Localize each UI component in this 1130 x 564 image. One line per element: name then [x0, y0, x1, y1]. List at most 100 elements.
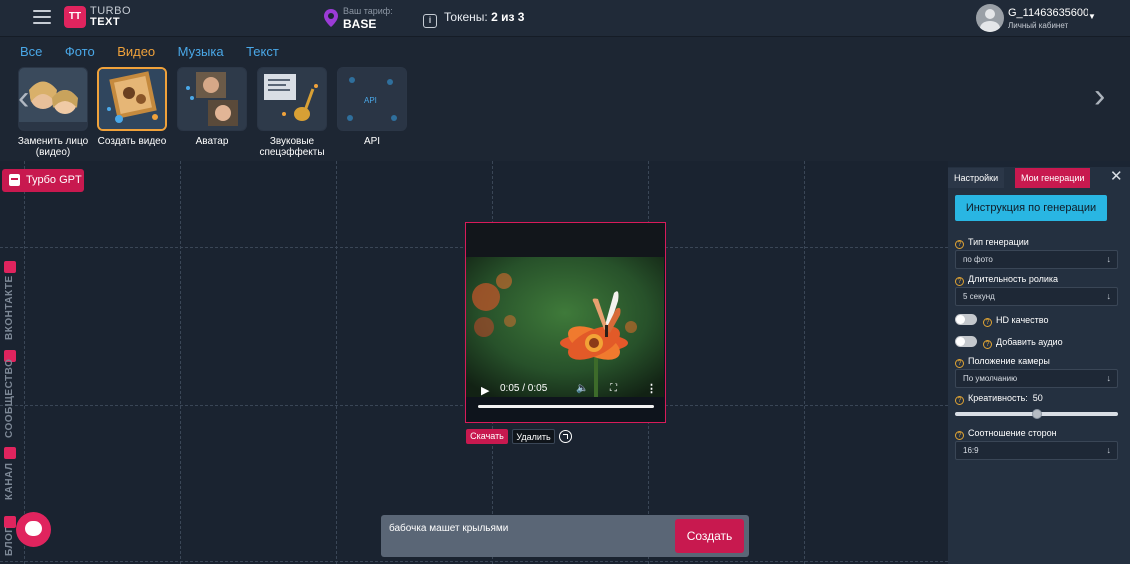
video-controls: ▶ 0:05 / 0:05 🔈 ⛶ ⋮: [466, 375, 664, 421]
video-player[interactable]: ▶ 0:05 / 0:05 🔈 ⛶ ⋮: [465, 222, 666, 423]
help-icon[interactable]: ?: [955, 240, 964, 249]
arrow-down-icon: ↓: [1106, 445, 1112, 455]
create-button[interactable]: Создать: [675, 519, 744, 553]
camera-value: По умолчанию: [963, 374, 1018, 383]
app-root: TT TURBO TEXT Ваш тариф: BASE i Токены: 2…: [0, 0, 1130, 564]
link-community[interactable]: СООБЩЕСТВО: [4, 359, 15, 438]
aspect-select[interactable]: 16:9 ↓: [955, 441, 1118, 460]
tab-settings[interactable]: Настройки: [948, 168, 1005, 188]
video-progress-bar[interactable]: [478, 405, 654, 408]
video-letterbox: [466, 223, 664, 257]
top-bar: TT TURBO TEXT Ваш тариф: BASE i Токены: 2…: [0, 0, 1130, 37]
help-icon[interactable]: ?: [955, 431, 964, 440]
link-vkontakte[interactable]: ВКОНТАКТЕ: [4, 275, 15, 340]
tool-create-video[interactable]: Создать видео: [96, 67, 168, 147]
user-name: G_11463635600: [1008, 7, 1088, 19]
help-icon[interactable]: ?: [955, 277, 964, 286]
tab-text[interactable]: Текст: [246, 44, 279, 59]
tool-label: Аватар: [195, 136, 229, 147]
help-icon[interactable]: ?: [955, 396, 964, 405]
category-bar: Все Фото Видео Музыка Текст Заменить лиц…: [0, 37, 1130, 161]
tab-photo[interactable]: Фото: [65, 44, 95, 59]
tokens-info: i Токены: 2 из 3: [423, 10, 524, 28]
turbo-gpt-button[interactable]: Турбо GPT: [2, 169, 84, 192]
chevron-left-icon[interactable]: ‹: [18, 79, 29, 118]
gen-type-value: по фото: [963, 255, 993, 264]
tab-video[interactable]: Видео: [117, 44, 155, 59]
tool-label: Заменить лицо (видео): [17, 136, 89, 158]
regenerate-icon[interactable]: [559, 430, 572, 443]
add-audio-label: ? Добавить аудио: [983, 337, 1063, 349]
tariff-label: Ваш тариф:: [343, 6, 393, 16]
arrow-down-icon: ↓: [1106, 254, 1112, 264]
gen-type-select[interactable]: по фото ↓: [955, 250, 1118, 269]
telegram-icon[interactable]: [4, 447, 16, 459]
tokens-label: Токены:: [444, 10, 488, 24]
arrow-down-icon: ↓: [1106, 373, 1112, 383]
link-blog[interactable]: БЛОГ: [4, 527, 15, 556]
volume-icon[interactable]: 🔈: [576, 383, 588, 394]
prompt-box: бабочка машет крыльями Создать: [381, 515, 749, 557]
grid-line: [180, 161, 181, 564]
tab-music[interactable]: Музыка: [178, 44, 224, 59]
download-button[interactable]: Скачать: [466, 429, 508, 444]
location-pin-icon: [324, 9, 338, 27]
help-icon[interactable]: ?: [983, 340, 992, 349]
chevron-down-icon: ▼: [1088, 12, 1096, 21]
camera-label-text: Положение камеры: [968, 356, 1050, 366]
delete-button[interactable]: Удалить: [512, 429, 555, 444]
hd-quality-toggle[interactable]: [955, 314, 977, 325]
link-channel[interactable]: КАНАЛ: [4, 463, 15, 500]
add-audio-toggle[interactable]: [955, 336, 977, 347]
help-icon[interactable]: ?: [955, 359, 964, 368]
sound-effects-thumbnail: [257, 67, 327, 131]
tariff-value: BASE: [343, 17, 377, 31]
tool-label: Создать видео: [97, 136, 167, 147]
prompt-input[interactable]: бабочка машет крыльями: [389, 523, 508, 534]
settings-panel: Настройки Мои генерации ✕ Инструкция по …: [948, 167, 1130, 564]
hd-quality-text: HD качество: [996, 315, 1049, 325]
avatar: [976, 4, 1004, 32]
info-icon[interactable]: i: [423, 14, 437, 28]
camera-label: ? Положение камеры: [955, 356, 1050, 368]
vk-icon[interactable]: [4, 261, 16, 273]
aspect-label-text: Соотношение сторон: [968, 428, 1057, 438]
api-thumbnail: API: [337, 67, 407, 131]
tab-my-generations[interactable]: Мои генерации: [1015, 168, 1091, 188]
more-options-icon[interactable]: ⋮: [646, 382, 657, 395]
logo-mark[interactable]: TT: [64, 6, 86, 28]
user-menu[interactable]: G_11463635600 Личный кабинет ▼: [976, 4, 1126, 34]
help-icon[interactable]: ?: [983, 318, 992, 327]
video-time: 0:05 / 0:05: [500, 383, 548, 394]
tab-all[interactable]: Все: [20, 44, 42, 59]
avatar-thumbnail: [177, 67, 247, 131]
logo-text[interactable]: TURBO TEXT: [90, 6, 131, 28]
chat-icon[interactable]: [16, 512, 51, 547]
tokens-value: 2 из 3: [491, 10, 525, 24]
duration-label-text: Длительность ролика: [968, 274, 1059, 284]
close-icon[interactable]: ✕: [1110, 169, 1123, 185]
turbo-gpt-label: Турбо GPT: [26, 174, 82, 186]
fullscreen-icon[interactable]: ⛶: [610, 383, 617, 394]
arrow-down-icon: ↓: [1106, 291, 1112, 301]
camera-select[interactable]: По умолчанию ↓: [955, 369, 1118, 388]
creativity-value: 50: [1032, 393, 1043, 403]
creativity-label: ? Креативность: 50: [955, 393, 1043, 405]
tool-avatar[interactable]: Аватар: [176, 67, 248, 147]
aspect-value: 16:9: [963, 446, 979, 455]
creativity-label-text: Креативность:: [968, 393, 1028, 403]
duration-select[interactable]: 5 секунд ↓: [955, 287, 1118, 306]
instruction-button[interactable]: Инструкция по генерации: [955, 195, 1107, 221]
creativity-slider[interactable]: [955, 409, 1118, 419]
play-icon[interactable]: ▶: [481, 384, 489, 397]
tool-label: Звуковые спецэффекты: [259, 136, 325, 158]
gen-type-label: ? Тип генерации: [955, 237, 1029, 249]
menu-icon[interactable]: [33, 10, 51, 24]
grid-line: [336, 161, 337, 564]
tool-label: API: [363, 136, 381, 147]
tool-api[interactable]: API API: [336, 67, 408, 147]
tool-sound-effects[interactable]: Звуковые спецэффекты: [256, 67, 328, 158]
chevron-right-icon[interactable]: ›: [1094, 77, 1105, 116]
slider-thumb[interactable]: [1031, 409, 1042, 419]
category-tabs: Все Фото Видео Музыка Текст: [20, 43, 297, 61]
